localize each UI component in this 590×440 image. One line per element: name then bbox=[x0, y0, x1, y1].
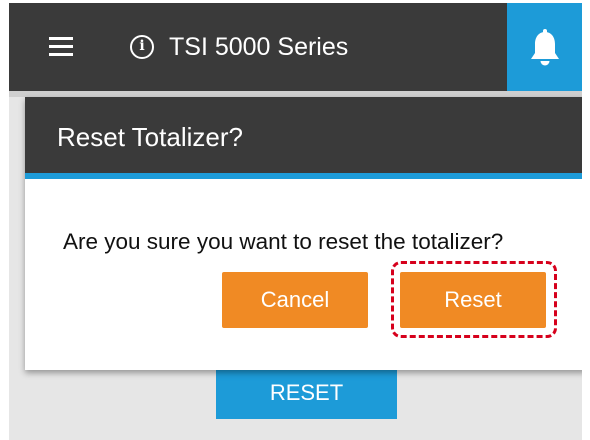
hamburger-menu-icon[interactable] bbox=[49, 37, 73, 57]
reset-button[interactable]: Reset bbox=[400, 272, 546, 328]
reset-totalizer-button[interactable]: RESET bbox=[216, 367, 397, 419]
app-screen: i TSI 5000 Series RESET Reset Totalizer?… bbox=[9, 3, 582, 440]
dialog-header: Reset Totalizer? bbox=[25, 97, 582, 179]
notifications-button[interactable] bbox=[507, 3, 582, 91]
app-title: TSI 5000 Series bbox=[169, 33, 349, 61]
dialog-message: Are you sure you want to reset the total… bbox=[63, 229, 504, 254]
cancel-button[interactable]: Cancel bbox=[222, 272, 368, 328]
dialog-title: Reset Totalizer? bbox=[57, 122, 243, 152]
app-bar: i TSI 5000 Series bbox=[9, 3, 582, 91]
bell-icon bbox=[531, 29, 559, 66]
info-icon[interactable]: i bbox=[130, 35, 154, 59]
reset-totalizer-dialog: Reset Totalizer? Are you sure you want t… bbox=[25, 97, 582, 370]
